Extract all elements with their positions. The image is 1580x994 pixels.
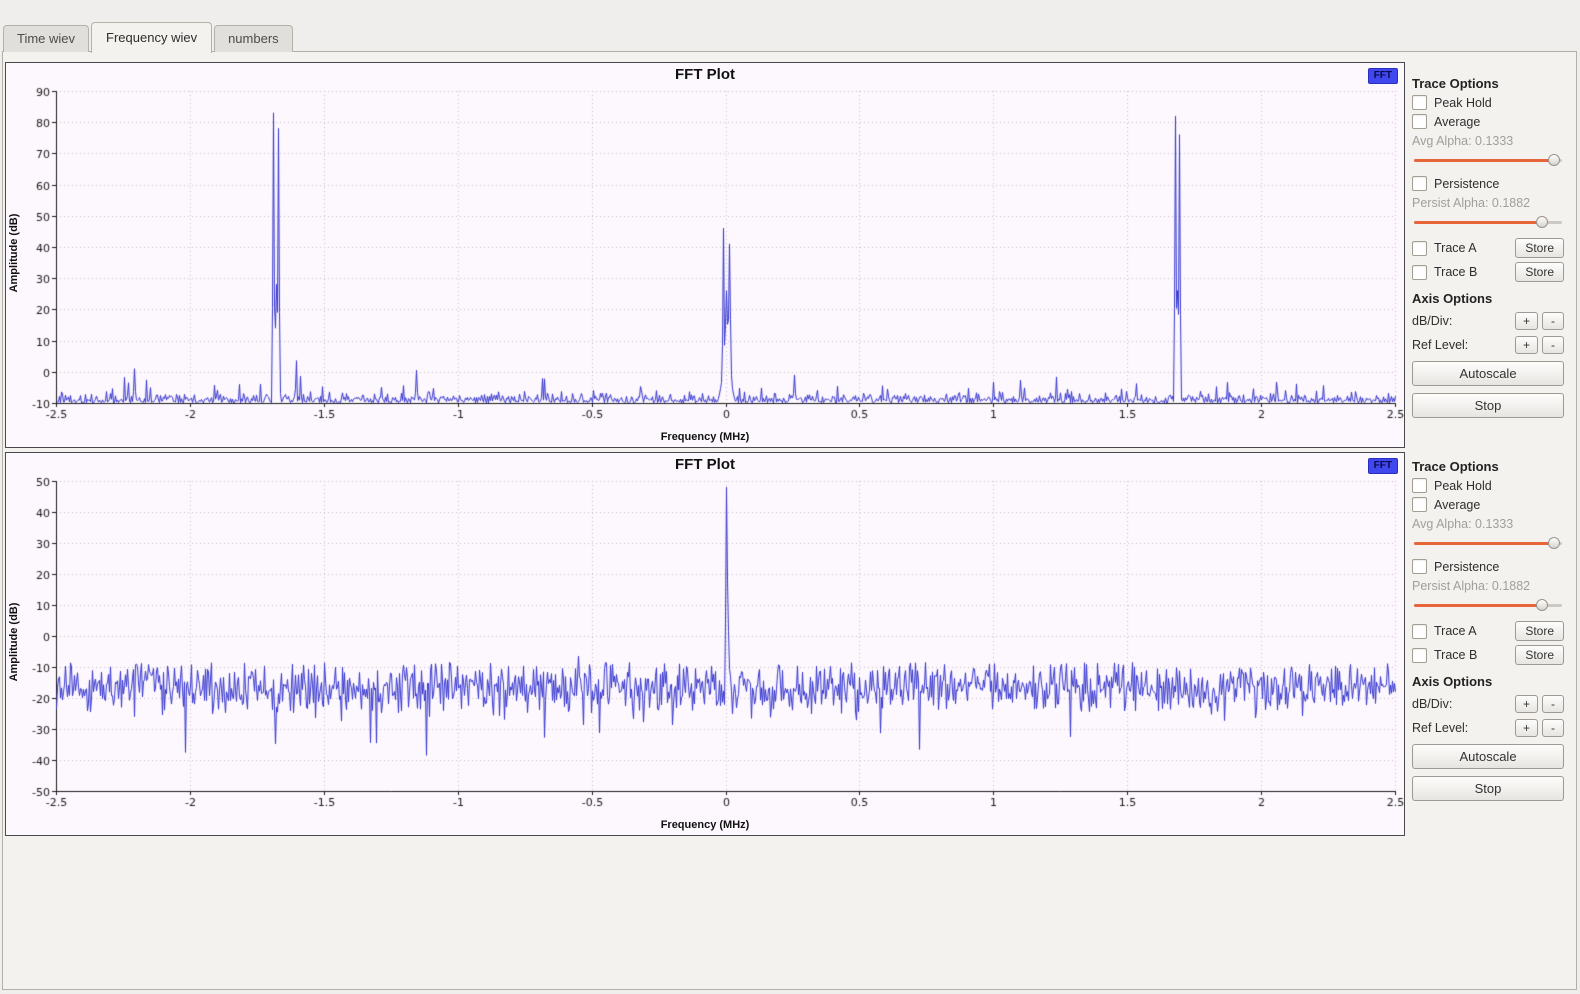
ref-level-row: Ref Level: + - xyxy=(1412,336,1564,354)
db-div-plus-button[interactable]: + xyxy=(1515,312,1538,330)
x-axis-label: Frequency (MHz) xyxy=(6,819,1404,831)
persistence-label: Persistence xyxy=(1434,560,1499,574)
trace-b-row: Trace B Store xyxy=(1412,645,1564,665)
checkbox-icon[interactable] xyxy=(1412,497,1427,512)
autoscale-button[interactable]: Autoscale xyxy=(1412,744,1564,769)
trace-b-label: Trace B xyxy=(1434,648,1477,662)
ref-level-row: Ref Level: + - xyxy=(1412,719,1564,737)
avg-alpha-slider[interactable] xyxy=(1414,536,1562,551)
peak-hold-label: Peak Hold xyxy=(1434,96,1492,110)
store-trace-b-button[interactable]: Store xyxy=(1515,645,1564,665)
trace-controls-top: Trace Options Peak Hold Average Avg Alph… xyxy=(1412,76,1564,418)
y-axis-label: Amplitude (dB) xyxy=(8,193,20,313)
avg-alpha-label: Avg Alpha: 0.1333 xyxy=(1412,517,1564,531)
fft-plot-panel-bottom: FFT Plot FFT Amplitude (dB) Frequency (M… xyxy=(5,452,1405,836)
persist-alpha-slider[interactable] xyxy=(1414,598,1562,613)
slider-handle[interactable] xyxy=(1536,216,1548,228)
trace-b-row: Trace B Store xyxy=(1412,262,1564,282)
store-trace-a-button[interactable]: Store xyxy=(1515,621,1564,641)
x-axis-label: Frequency (MHz) xyxy=(6,431,1404,443)
db-div-row: dB/Div: + - xyxy=(1412,312,1564,330)
persistence-checkbox[interactable]: Persistence xyxy=(1412,176,1564,191)
axis-options-heading: Axis Options xyxy=(1412,674,1564,689)
persistence-label: Persistence xyxy=(1434,177,1499,191)
trace-a-row: Trace A Store xyxy=(1412,238,1564,258)
tab-time-view[interactable]: Time wiev xyxy=(3,25,89,52)
db-div-plus-button[interactable]: + xyxy=(1515,695,1538,713)
fft-plot-canvas-bottom[interactable] xyxy=(30,475,1404,811)
average-checkbox[interactable]: Average xyxy=(1412,114,1564,129)
checkbox-icon[interactable] xyxy=(1412,559,1427,574)
slider-fill xyxy=(1414,542,1555,545)
persist-alpha-slider[interactable] xyxy=(1414,215,1562,230)
trace-a-row: Trace A Store xyxy=(1412,621,1564,641)
trace-options-heading: Trace Options xyxy=(1412,76,1564,91)
store-trace-a-button[interactable]: Store xyxy=(1515,238,1564,258)
trace-a-label: Trace A xyxy=(1434,624,1477,638)
peak-hold-label: Peak Hold xyxy=(1434,479,1492,493)
checkbox-icon[interactable] xyxy=(1412,478,1427,493)
slider-fill xyxy=(1414,604,1543,607)
stop-button[interactable]: Stop xyxy=(1412,776,1564,801)
tab-numbers[interactable]: numbers xyxy=(214,25,293,52)
trace-b-checkbox[interactable]: Trace B xyxy=(1412,648,1477,663)
ref-level-label: Ref Level: xyxy=(1412,721,1468,735)
plot-title: FFT Plot xyxy=(6,456,1404,473)
trace-a-checkbox[interactable]: Trace A xyxy=(1412,624,1477,639)
fft-badge: FFT xyxy=(1368,68,1398,84)
y-axis-label: Amplitude (dB) xyxy=(8,582,20,702)
trace-b-checkbox[interactable]: Trace B xyxy=(1412,265,1477,280)
tab-frequency-view[interactable]: Frequency wiev xyxy=(91,22,212,53)
axis-options-heading: Axis Options xyxy=(1412,291,1564,306)
average-label: Average xyxy=(1434,115,1480,129)
plot-title: FFT Plot xyxy=(6,66,1404,83)
trace-b-label: Trace B xyxy=(1434,265,1477,279)
autoscale-button[interactable]: Autoscale xyxy=(1412,361,1564,386)
checkbox-icon[interactable] xyxy=(1412,648,1427,663)
ref-level-label: Ref Level: xyxy=(1412,338,1468,352)
checkbox-icon[interactable] xyxy=(1412,624,1427,639)
average-label: Average xyxy=(1434,498,1480,512)
db-div-minus-button[interactable]: - xyxy=(1542,312,1564,330)
checkbox-icon[interactable] xyxy=(1412,241,1427,256)
slider-fill xyxy=(1414,159,1555,162)
fft-plot-panel-top: FFT Plot FFT Amplitude (dB) Frequency (M… xyxy=(5,62,1405,448)
fft-plot-canvas-top[interactable] xyxy=(30,85,1404,423)
persist-alpha-label: Persist Alpha: 0.1882 xyxy=(1412,579,1564,593)
checkbox-icon[interactable] xyxy=(1412,265,1427,280)
db-div-label: dB/Div: xyxy=(1412,314,1452,328)
trace-a-checkbox[interactable]: Trace A xyxy=(1412,241,1477,256)
checkbox-icon[interactable] xyxy=(1412,114,1427,129)
slider-handle[interactable] xyxy=(1536,599,1548,611)
avg-alpha-slider[interactable] xyxy=(1414,153,1562,168)
checkbox-icon[interactable] xyxy=(1412,176,1427,191)
average-checkbox[interactable]: Average xyxy=(1412,497,1564,512)
avg-alpha-label: Avg Alpha: 0.1333 xyxy=(1412,134,1564,148)
peak-hold-checkbox[interactable]: Peak Hold xyxy=(1412,478,1564,493)
stop-button[interactable]: Stop xyxy=(1412,393,1564,418)
persist-alpha-label: Persist Alpha: 0.1882 xyxy=(1412,196,1564,210)
tab-bar: Time wiev Frequency wiev numbers xyxy=(3,20,293,52)
slider-handle[interactable] xyxy=(1548,154,1560,166)
checkbox-icon[interactable] xyxy=(1412,95,1427,110)
db-div-label: dB/Div: xyxy=(1412,697,1452,711)
trace-a-label: Trace A xyxy=(1434,241,1477,255)
persistence-checkbox[interactable]: Persistence xyxy=(1412,559,1564,574)
slider-fill xyxy=(1414,221,1543,224)
ref-level-minus-button[interactable]: - xyxy=(1542,336,1564,354)
slider-handle[interactable] xyxy=(1548,537,1560,549)
ref-level-plus-button[interactable]: + xyxy=(1515,719,1538,737)
peak-hold-checkbox[interactable]: Peak Hold xyxy=(1412,95,1564,110)
db-div-minus-button[interactable]: - xyxy=(1542,695,1564,713)
store-trace-b-button[interactable]: Store xyxy=(1515,262,1564,282)
ref-level-minus-button[interactable]: - xyxy=(1542,719,1564,737)
fft-badge: FFT xyxy=(1368,458,1398,474)
trace-options-heading: Trace Options xyxy=(1412,459,1564,474)
ref-level-plus-button[interactable]: + xyxy=(1515,336,1538,354)
trace-controls-bottom: Trace Options Peak Hold Average Avg Alph… xyxy=(1412,459,1564,801)
db-div-row: dB/Div: + - xyxy=(1412,695,1564,713)
